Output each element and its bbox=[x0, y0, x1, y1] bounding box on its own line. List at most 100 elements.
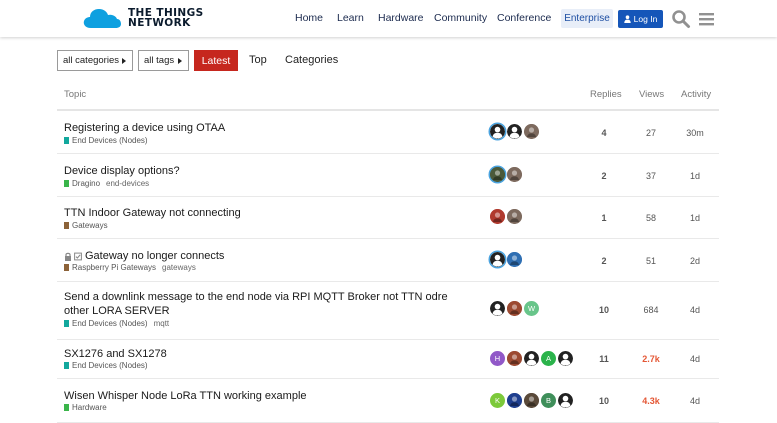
activity-time[interactable]: 2d bbox=[679, 256, 711, 266]
avatar[interactable] bbox=[507, 124, 522, 139]
nav-home[interactable]: Home bbox=[295, 12, 323, 24]
replies-count[interactable]: 4 bbox=[589, 128, 619, 138]
avatar[interactable] bbox=[524, 351, 539, 366]
avatar[interactable] bbox=[507, 301, 522, 316]
topic-title-text: SX1276 and SX1278 bbox=[64, 348, 167, 360]
site-header: THE THINGS NETWORK Home Learn Hardware C… bbox=[0, 0, 777, 37]
avatar[interactable] bbox=[490, 209, 505, 224]
nav-hardware[interactable]: Hardware bbox=[378, 12, 424, 24]
views-count: 27 bbox=[645, 128, 656, 138]
topic-tag[interactable]: end-devices bbox=[106, 179, 149, 188]
avatar[interactable] bbox=[507, 167, 522, 182]
topic-row[interactable]: Send a downlink message to the end node … bbox=[57, 282, 719, 340]
cloud-logo-icon bbox=[83, 9, 121, 28]
hamburger-menu-icon[interactable] bbox=[697, 9, 717, 29]
avatar[interactable]: W bbox=[524, 301, 539, 316]
topic-row[interactable]: Device display options? Dragino end-device… bbox=[57, 154, 719, 197]
category-badge[interactable]: Hardware bbox=[64, 403, 107, 412]
enterprise-button[interactable]: Enterprise bbox=[561, 9, 613, 28]
category-badge[interactable]: End Devices (Nodes) bbox=[64, 361, 148, 370]
topic-row[interactable]: Registering a device using OTAA End Devic… bbox=[57, 111, 719, 154]
topic-row[interactable]: SX1276 and SX1278 End Devices (Nodes) H A 11… bbox=[57, 340, 719, 379]
category-name: Gateways bbox=[72, 221, 108, 230]
avatar[interactable]: H bbox=[490, 351, 505, 366]
category-color-square bbox=[64, 404, 69, 411]
nav-learn[interactable]: Learn bbox=[337, 12, 364, 24]
avatar[interactable] bbox=[490, 124, 505, 139]
topic-title[interactable]: TTN Indoor Gateway not connecting bbox=[64, 206, 474, 220]
topic-row[interactable]: TTN Indoor Gateway not connecting Gateway… bbox=[57, 197, 719, 239]
category-badge[interactable]: End Devices (Nodes) bbox=[64, 136, 148, 145]
avatar[interactable]: K bbox=[490, 393, 505, 408]
avatar[interactable] bbox=[507, 209, 522, 224]
login-button[interactable]: Log In bbox=[618, 10, 663, 28]
avatar[interactable] bbox=[524, 393, 539, 408]
topic-title[interactable]: Send a downlink message to the end node … bbox=[64, 290, 474, 318]
avatar[interactable] bbox=[558, 393, 573, 408]
logo[interactable]: THE THINGS NETWORK bbox=[82, 6, 204, 30]
avatar-letter: H bbox=[494, 354, 501, 363]
topic-title[interactable]: SX1276 and SX1278 bbox=[64, 347, 474, 361]
replies-count[interactable]: 10 bbox=[589, 396, 619, 406]
avatar[interactable] bbox=[558, 351, 573, 366]
col-activity[interactable]: Activity bbox=[681, 89, 711, 100]
topic-title-text: Gateway no longer connects bbox=[85, 250, 225, 262]
avatar[interactable]: A bbox=[541, 351, 556, 366]
avatar-photo-icon bbox=[507, 351, 522, 366]
activity-time[interactable]: 4d bbox=[679, 305, 711, 315]
topic-row[interactable]: Wisen Whisper Node LoRa TTN working exam… bbox=[57, 379, 719, 423]
avatar[interactable] bbox=[507, 351, 522, 366]
nav-conference[interactable]: Conference bbox=[497, 12, 551, 24]
logo-line-2: NETWORK bbox=[128, 17, 191, 29]
avatar-photo-icon bbox=[507, 209, 522, 224]
activity-time[interactable]: 1d bbox=[679, 213, 711, 223]
posters: KB bbox=[490, 393, 573, 408]
replies-count[interactable]: 1 bbox=[589, 213, 619, 223]
replies-count[interactable]: 2 bbox=[589, 256, 619, 266]
topic-title[interactable]: Wisen Whisper Node LoRa TTN working exam… bbox=[64, 389, 474, 403]
avatar[interactable] bbox=[507, 252, 522, 267]
activity-time[interactable]: 4d bbox=[679, 396, 711, 406]
replies-count[interactable]: 2 bbox=[589, 171, 619, 181]
category-name: End Devices (Nodes) bbox=[72, 319, 148, 328]
activity-time[interactable]: 30m bbox=[679, 128, 711, 138]
tab-categories[interactable]: Categories bbox=[285, 54, 338, 66]
category-badge[interactable]: End Devices (Nodes) bbox=[64, 319, 148, 328]
topic-title[interactable]: Registering a device using OTAA bbox=[64, 121, 474, 135]
category-badge[interactable]: Gateways bbox=[64, 221, 108, 230]
topic-row[interactable]: Gateway no longer connects Raspberry Pi G… bbox=[57, 239, 719, 282]
avatar-letter: K bbox=[494, 396, 500, 405]
col-replies[interactable]: Replies bbox=[590, 89, 622, 100]
tab-latest[interactable]: Latest bbox=[194, 50, 238, 71]
categories-dropdown-label: all categories bbox=[63, 55, 119, 66]
topic-title[interactable]: Gateway no longer connects bbox=[64, 249, 474, 263]
category-badge[interactable]: Raspberry Pi Gateways bbox=[64, 263, 156, 272]
topic-list-header: Topic Replies Views Activity bbox=[57, 84, 719, 111]
activity-time[interactable]: 1d bbox=[679, 171, 711, 181]
activity-time[interactable]: 4d bbox=[679, 354, 711, 364]
col-topic[interactable]: Topic bbox=[64, 89, 86, 100]
nav-community[interactable]: Community bbox=[434, 12, 487, 24]
search-icon[interactable] bbox=[671, 9, 691, 29]
topic-tag[interactable]: gateways bbox=[162, 263, 196, 272]
category-badge[interactable]: Dragino bbox=[64, 179, 100, 188]
tags-dropdown-label: all tags bbox=[144, 55, 175, 66]
tab-top[interactable]: Top bbox=[249, 54, 267, 66]
categories-dropdown[interactable]: all categories bbox=[57, 50, 133, 71]
avatar[interactable]: B bbox=[541, 393, 556, 408]
col-views[interactable]: Views bbox=[639, 89, 664, 100]
topic-meta: Hardware bbox=[64, 403, 107, 412]
replies-count[interactable]: 11 bbox=[589, 354, 619, 364]
avatar[interactable] bbox=[490, 301, 505, 316]
topic-tag[interactable]: mqtt bbox=[154, 319, 170, 328]
avatar[interactable] bbox=[490, 167, 505, 182]
posters bbox=[490, 124, 539, 139]
topic-title[interactable]: Device display options? bbox=[64, 164, 474, 178]
tags-dropdown[interactable]: all tags bbox=[138, 50, 189, 71]
avatar[interactable] bbox=[490, 252, 505, 267]
avatar[interactable] bbox=[524, 124, 539, 139]
replies-count[interactable]: 10 bbox=[589, 305, 619, 315]
avatar[interactable] bbox=[507, 393, 522, 408]
caret-right-icon bbox=[178, 58, 182, 64]
user-silhouette-icon bbox=[507, 124, 522, 139]
